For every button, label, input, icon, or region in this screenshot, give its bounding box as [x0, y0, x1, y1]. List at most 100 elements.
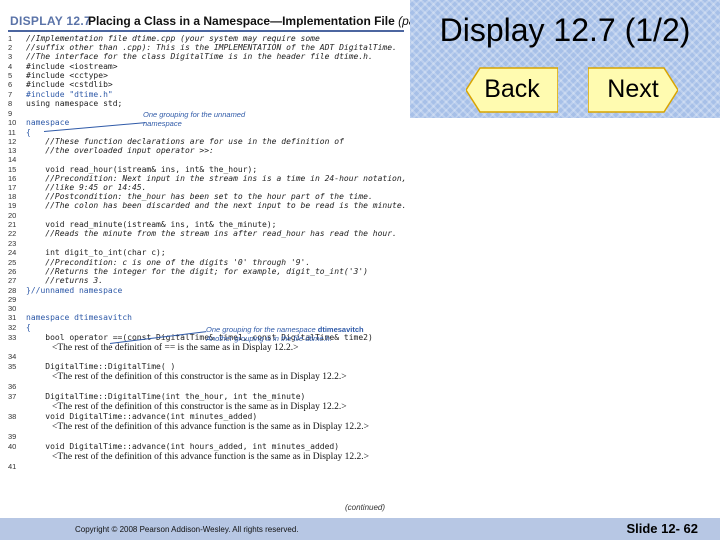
- code-line: 19 //The colon has been discarded and th…: [8, 201, 407, 211]
- code-line: 39: [8, 432, 26, 442]
- display-label: DISPLAY 12.7: [10, 14, 91, 28]
- line-number: 10: [8, 118, 17, 127]
- line-number: 36: [8, 382, 17, 391]
- line-number: 6: [8, 80, 13, 89]
- code-line: 31 namespace dtimesavitch: [8, 313, 132, 323]
- display-caption: Placing a Class in a Namespace—Implement…: [88, 14, 460, 28]
- unnamed-namespace-note: One grouping for the unnamed namespace: [143, 110, 245, 128]
- line-number: 31: [8, 313, 17, 322]
- line-code: <The rest of the definition of this adva…: [52, 452, 370, 462]
- slide-number: Slide 12- 62: [626, 521, 698, 536]
- line-code: //These function declarations are for us…: [26, 137, 344, 146]
- line-code: //Precondition: Next input in the stream…: [26, 174, 407, 183]
- copyright-text: Copyright © 2008 Pearson Addison-Wesley.…: [75, 525, 299, 534]
- line-code: namespace: [26, 118, 70, 127]
- code-line: <The rest of the definition of this cons…: [34, 372, 347, 382]
- line-code: //The interface for the class DigitalTim…: [26, 52, 373, 61]
- line-code: #include <iostream>: [26, 62, 118, 71]
- code-line: <The rest of the definition of == is the…: [34, 343, 298, 353]
- line-code: DigitalTime::DigitalTime(int the_hour, i…: [26, 392, 306, 401]
- dtimesavitch-note-text: One grouping for the namespace: [206, 325, 316, 334]
- line-number: 39: [8, 432, 17, 441]
- code-line: 32 {: [8, 323, 31, 333]
- back-button[interactable]: Back: [466, 67, 558, 113]
- display-header: DISPLAY 12.7 Placing a Class in a Namesp…: [8, 12, 460, 32]
- line-number: 14: [8, 155, 17, 164]
- next-label: Next: [607, 75, 659, 103]
- unnamed-note-line-2: namespace: [143, 119, 182, 128]
- code-line: 38 void DigitalTime::advance(int minutes…: [8, 412, 257, 422]
- line-number: 24: [8, 248, 17, 257]
- line-number: 27: [8, 276, 17, 285]
- line-code: {: [26, 323, 31, 332]
- dtimesavitch-note-bold: dtimesavitch: [317, 325, 364, 334]
- line-number: 3: [8, 52, 13, 61]
- code-line: 40 void DigitalTime::advance(int hours_a…: [8, 442, 339, 452]
- line-code: namespace dtimesavitch: [26, 313, 132, 322]
- unnamed-note-line-1: One grouping for the unnamed: [143, 110, 246, 119]
- line-code: //Implementation file dtime.cpp (your sy…: [26, 34, 320, 43]
- line-code: {: [26, 128, 31, 137]
- display-caption-text: Placing a Class in a Namespace—Implement…: [88, 14, 395, 28]
- line-code: //the overloaded input operator >>:: [26, 146, 214, 155]
- code-line: <The rest of the definition of this cons…: [34, 402, 347, 412]
- code-line: 35 DigitalTime::DigitalTime( ): [8, 362, 175, 372]
- line-code: <The rest of the definition of this cons…: [52, 372, 347, 382]
- code-line: 22 //Reads the minute from the stream in…: [8, 229, 397, 239]
- line-number: 35: [8, 362, 17, 371]
- code-line: 10 namespace: [8, 118, 69, 128]
- code-line: 13 //the overloaded input operator >>:: [8, 146, 214, 156]
- back-label: Back: [484, 75, 540, 103]
- code-line: 14: [8, 155, 26, 165]
- line-code: void read_minute(istream& ins, int& the_…: [26, 220, 277, 229]
- code-listing: 1//Implementation file dtime.cpp (your s…: [8, 34, 407, 504]
- next-button[interactable]: Next: [588, 67, 678, 113]
- code-line: 37 DigitalTime::DigitalTime(int the_hour…: [8, 392, 305, 402]
- code-line: <The rest of the definition of this adva…: [34, 452, 369, 462]
- line-code: //The colon has been discarded and the n…: [26, 201, 407, 210]
- line-code: <The rest of the definition of == is the…: [52, 343, 299, 353]
- slide-title: Display 12.7 (1/2): [439, 12, 691, 48]
- dtimesavitch-namespace-note: One grouping for the namespace dtimesavi…: [206, 325, 364, 343]
- code-line: 6 #include <cstdlib>: [8, 80, 113, 90]
- code-line: 41: [8, 462, 26, 472]
- line-number: 33: [8, 333, 17, 342]
- line-code: void DigitalTime::advance(int hours_adde…: [26, 442, 340, 451]
- code-line: 27 //returns 3.: [8, 276, 103, 286]
- code-line: 34: [8, 352, 26, 362]
- line-code: }//unnamed namespace: [26, 286, 123, 295]
- line-code: int digit_to_int(char c);: [26, 248, 166, 257]
- line-code: #include <cctype>: [26, 71, 108, 80]
- line-code: //Reads the minute from the stream ins a…: [26, 229, 397, 238]
- continued-label: (continued): [345, 503, 386, 512]
- line-code: DigitalTime::DigitalTime( ): [26, 362, 176, 371]
- dtimesavitch-note-line-1: One grouping for the namespace dtimesavi…: [206, 325, 364, 334]
- line-code: #include "dtime.h": [26, 90, 113, 99]
- line-number: 34: [8, 352, 17, 361]
- code-line: 36: [8, 382, 26, 392]
- line-code: void DigitalTime::advance(int minutes_ad…: [26, 412, 258, 421]
- line-code: //suffix other than .cpp): This is the I…: [26, 43, 397, 52]
- display-rule: [8, 30, 404, 32]
- line-number: 32: [8, 323, 17, 332]
- line-code: //Postcondition: the_hour has been set t…: [26, 192, 373, 201]
- line-code: <The rest of the definition of this cons…: [52, 402, 347, 412]
- code-line: 24 int digit_to_int(char c);: [8, 248, 166, 258]
- code-line: 8 using namespace std;: [8, 99, 122, 109]
- line-code: //Precondition: c is one of the digits '…: [26, 258, 311, 267]
- line-code: void read_hour(istream& ins, int& the_ho…: [26, 165, 258, 174]
- dtimesavitch-note-line-2: Another grouping is in the file dtime.h.: [206, 334, 332, 343]
- line-number: 41: [8, 462, 17, 471]
- line-number: 19: [8, 201, 17, 210]
- line-code: //Returns the integer for the digit; for…: [26, 267, 368, 276]
- line-number: 22: [8, 229, 17, 238]
- line-code: #include <cstdlib>: [26, 80, 113, 89]
- line-code: using namespace std;: [26, 99, 123, 108]
- footer-bar: Copyright © 2008 Pearson Addison-Wesley.…: [0, 518, 720, 540]
- line-number: 8: [8, 99, 13, 108]
- line-code: //returns 3.: [26, 276, 104, 285]
- line-number: 40: [8, 442, 17, 451]
- line-number: 38: [8, 412, 17, 421]
- line-number: 37: [8, 392, 17, 401]
- line-code: //like 9:45 or 14:45.: [26, 183, 147, 192]
